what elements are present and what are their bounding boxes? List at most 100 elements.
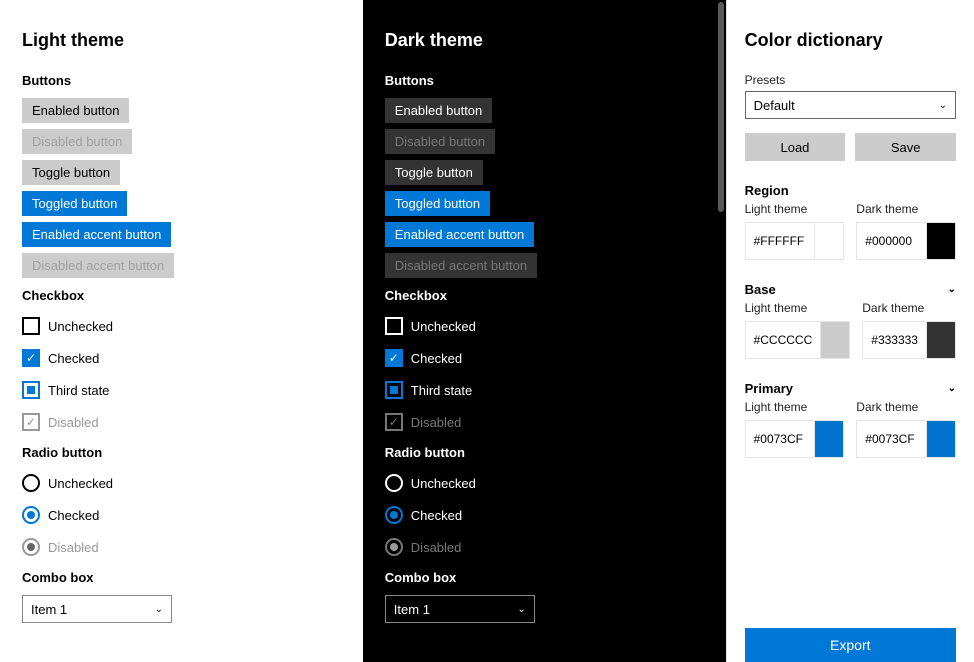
dark-buttons-heading: Buttons: [385, 73, 704, 88]
col-label-light: Light theme: [745, 301, 851, 315]
light-buttons-heading: Buttons: [22, 73, 341, 88]
disabled-button: Disabled button: [385, 129, 495, 154]
checkbox-unchecked[interactable]: Unchecked: [385, 313, 704, 339]
checkbox-third-icon: [385, 381, 403, 399]
radio-checked[interactable]: Checked: [22, 502, 341, 528]
col-label-dark: Dark theme: [856, 400, 956, 414]
radio-icon: [385, 474, 403, 492]
radio-unchecked[interactable]: Unchecked: [385, 470, 704, 496]
checkbox-icon: [22, 317, 40, 335]
toggled-button[interactable]: Toggled button: [22, 191, 127, 216]
radio-unchecked[interactable]: Unchecked: [22, 470, 341, 496]
region-light-swatch[interactable]: [814, 222, 844, 260]
section-title: Region: [745, 183, 789, 198]
radio-label: Disabled: [411, 540, 462, 555]
primary-light-swatch[interactable]: [814, 420, 844, 458]
dark-combo-heading: Combo box: [385, 570, 704, 585]
disabled-button: Disabled button: [22, 129, 132, 154]
radio-disabled-icon: [22, 538, 40, 556]
dark-radio-heading: Radio button: [385, 445, 704, 460]
primary-section: Primary ⌄ Light theme #0073CF Dark theme…: [745, 381, 956, 458]
light-checkbox-heading: Checkbox: [22, 288, 341, 303]
radio-disabled-icon: [385, 538, 403, 556]
radio-disabled: Disabled: [22, 534, 341, 560]
checkbox-third[interactable]: Third state: [22, 377, 341, 403]
checkbox-checked[interactable]: Checked: [385, 345, 704, 371]
region-light-input[interactable]: #FFFFFF: [745, 222, 815, 260]
dark-title: Dark theme: [385, 30, 704, 51]
radio-checked[interactable]: Checked: [385, 502, 704, 528]
presets-select[interactable]: Default ⌄: [745, 91, 956, 119]
checkbox-label: Third state: [48, 383, 109, 398]
base-dark-swatch[interactable]: [926, 321, 956, 359]
combo-box[interactable]: Item 1 ⌄: [385, 595, 535, 623]
presets-value: Default: [754, 98, 795, 113]
checkbox-disabled: Disabled: [385, 409, 704, 435]
checkbox-label: Unchecked: [411, 319, 476, 334]
checkbox-disabled-icon: [385, 413, 403, 431]
radio-checked-icon: [22, 506, 40, 524]
section-title: Primary: [745, 381, 793, 396]
chevron-down-icon: ⌄: [939, 100, 947, 111]
combo-value: Item 1: [31, 602, 67, 617]
chevron-down-icon[interactable]: ⌄: [948, 383, 956, 394]
primary-dark-input[interactable]: #0073CF: [856, 420, 926, 458]
chevron-down-icon[interactable]: ⌄: [948, 284, 956, 295]
toggled-button[interactable]: Toggled button: [385, 191, 490, 216]
enabled-accent-button[interactable]: Enabled accent button: [22, 222, 171, 247]
section-title: Base: [745, 282, 776, 297]
checkbox-checked[interactable]: Checked: [22, 345, 341, 371]
region-dark-swatch[interactable]: [926, 222, 956, 260]
enabled-accent-button[interactable]: Enabled accent button: [385, 222, 534, 247]
combo-box[interactable]: Item 1 ⌄: [22, 595, 172, 623]
checkbox-disabled-icon: [22, 413, 40, 431]
radio-checked-icon: [385, 506, 403, 524]
dict-title: Color dictionary: [745, 30, 956, 51]
toggle-button[interactable]: Toggle button: [385, 160, 483, 185]
base-light-input[interactable]: #CCCCCC: [745, 321, 821, 359]
base-light-swatch[interactable]: [820, 321, 850, 359]
chevron-down-icon: ⌄: [155, 604, 163, 615]
radio-label: Checked: [48, 508, 99, 523]
color-dictionary-pane: Color dictionary Presets Default ⌄ Load …: [726, 0, 974, 662]
region-section: Region Light theme #FFFFFF Dark theme #0…: [745, 183, 956, 260]
enabled-button[interactable]: Enabled button: [385, 98, 492, 123]
checkbox-third-icon: [22, 381, 40, 399]
radio-label: Unchecked: [411, 476, 476, 491]
combo-value: Item 1: [394, 602, 430, 617]
checkbox-disabled: Disabled: [22, 409, 341, 435]
radio-label: Disabled: [48, 540, 99, 555]
col-label-dark: Dark theme: [856, 202, 956, 216]
export-button[interactable]: Export: [745, 628, 956, 662]
checkbox-checked-icon: [385, 349, 403, 367]
base-section: Base ⌄ Light theme #CCCCCC Dark theme #3…: [745, 282, 956, 359]
radio-disabled: Disabled: [385, 534, 704, 560]
checkbox-checked-icon: [22, 349, 40, 367]
col-label-light: Light theme: [745, 400, 845, 414]
region-dark-input[interactable]: #000000: [856, 222, 926, 260]
checkbox-label: Checked: [48, 351, 99, 366]
disabled-accent-button: Disabled accent button: [22, 253, 174, 278]
checkbox-label: Checked: [411, 351, 462, 366]
chevron-down-icon: ⌄: [517, 604, 525, 615]
checkbox-unchecked[interactable]: Unchecked: [22, 313, 341, 339]
primary-dark-swatch[interactable]: [926, 420, 956, 458]
enabled-button[interactable]: Enabled button: [22, 98, 129, 123]
disabled-accent-button: Disabled accent button: [385, 253, 537, 278]
dark-checkbox-heading: Checkbox: [385, 288, 704, 303]
checkbox-icon: [385, 317, 403, 335]
checkbox-label: Disabled: [411, 415, 462, 430]
light-combo-heading: Combo box: [22, 570, 341, 585]
dark-theme-pane: Dark theme Buttons Enabled button Disabl…: [363, 0, 726, 662]
radio-label: Unchecked: [48, 476, 113, 491]
load-button[interactable]: Load: [745, 133, 846, 161]
save-button[interactable]: Save: [855, 133, 956, 161]
light-radio-heading: Radio button: [22, 445, 341, 460]
radio-icon: [22, 474, 40, 492]
checkbox-third[interactable]: Third state: [385, 377, 704, 403]
base-dark-input[interactable]: #333333: [862, 321, 926, 359]
toggle-button[interactable]: Toggle button: [22, 160, 120, 185]
primary-light-input[interactable]: #0073CF: [745, 420, 815, 458]
light-theme-pane: Light theme Buttons Enabled button Disab…: [0, 0, 363, 662]
checkbox-label: Third state: [411, 383, 472, 398]
